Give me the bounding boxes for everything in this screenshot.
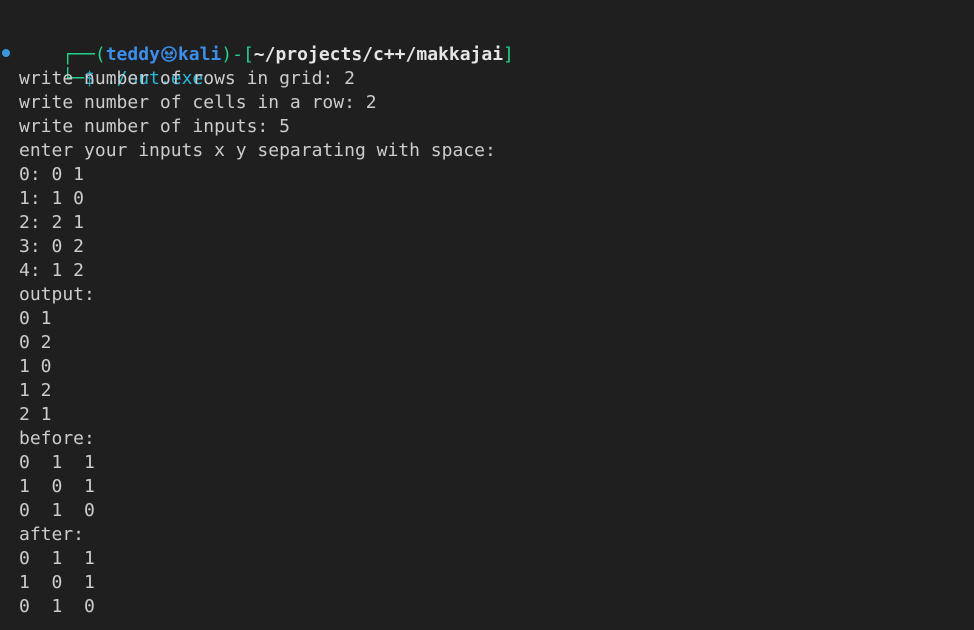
command-decoration-dot-icon[interactable]	[2, 49, 10, 57]
output-line: write number of cells in a row: 2	[19, 92, 377, 113]
output-line: write number of inputs: 5	[19, 116, 290, 137]
prompt-dash-bracket-open: -[	[232, 44, 254, 65]
output-line: output:	[19, 284, 95, 305]
output-line: 3: 0 2	[19, 236, 85, 257]
prompt-paren-close: )	[221, 44, 233, 65]
output-line: 0 1	[19, 308, 52, 329]
output-line: 0: 0 1	[19, 164, 85, 185]
output-line: 1 2	[19, 380, 52, 401]
output-line: write number of rows in grid: 2	[19, 68, 355, 89]
prompt-path: ~/projects/c++/makkajai	[253, 44, 504, 65]
output-line: 0 2	[19, 332, 52, 353]
output-line: before:	[19, 428, 95, 449]
prompt-line-2: └─$ ./out.exe	[19, 43, 203, 89]
output-line: 4: 1 2	[19, 260, 85, 281]
output-line: 0 1 1	[19, 452, 95, 473]
output-line: 2 1	[19, 404, 52, 425]
output-line: 1 0 1	[19, 476, 95, 497]
output-line: 2: 2 1	[19, 212, 85, 233]
terminal-panel[interactable]: ┌──(teddy kali)-[~/projects/c++/makkajai…	[0, 0, 974, 630]
output-line: 1: 1 0	[19, 188, 85, 209]
output-line: 1 0 1	[19, 572, 95, 593]
output-line: after:	[19, 524, 85, 545]
prompt-line-1: ┌──(teddy kali)-[~/projects/c++/makkajai…	[19, 19, 514, 65]
output-line: 0 1 1	[19, 548, 95, 569]
output-line: enter your inputs x y separating with sp…	[19, 140, 496, 161]
output-line: 0 1 0	[19, 500, 95, 521]
prompt-bracket-close: ]	[503, 44, 514, 65]
output-line: 1 0	[19, 356, 52, 377]
output-line: 0 1 0	[19, 596, 95, 617]
